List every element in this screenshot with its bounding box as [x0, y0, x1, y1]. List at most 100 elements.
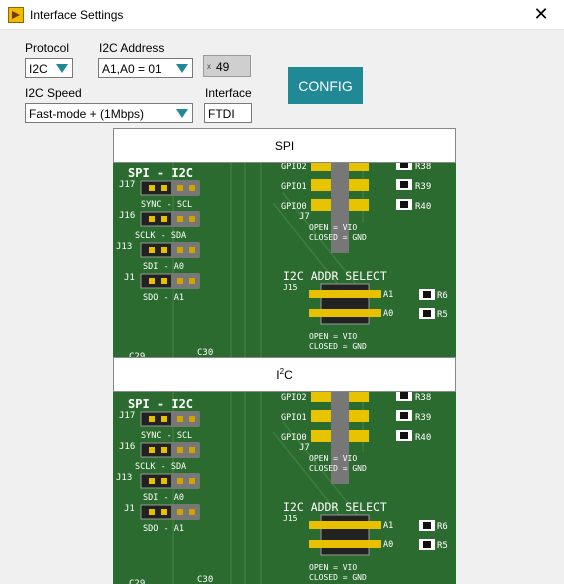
gpio-label: GPIO2	[281, 163, 307, 172]
addr-pin-label: A1	[383, 521, 393, 531]
jumper-signal-label: SDI - A0	[143, 262, 184, 272]
open-label: OPEN = VIO	[309, 454, 357, 463]
gpio-resistor-label: R38	[415, 393, 431, 403]
addr-resistor	[423, 541, 431, 548]
gpio-resistor	[400, 181, 408, 188]
cap-label: C30	[197, 348, 213, 357]
gpio-label: GPIO0	[281, 433, 307, 443]
spi-board-image: SPI - I2C J17 SYNC - SCL J16 SCLK - SDA J13 SD…	[113, 163, 456, 357]
gpio-resistor-label: R40	[415, 433, 431, 443]
labview-vi-icon	[8, 7, 24, 23]
jumper-pin	[177, 247, 183, 253]
addr-pin-pads	[309, 540, 381, 548]
jumper-pin	[189, 247, 195, 253]
gpio-resistor-label: R40	[415, 202, 431, 212]
addr-pin-pads	[309, 290, 381, 298]
addr-pin-label: A0	[383, 540, 393, 550]
addr-select-title: I2C ADDR SELECT	[283, 500, 387, 514]
addr-pin-pads	[309, 521, 381, 529]
jumper-pin	[189, 416, 195, 422]
hex-radix-indicator: x	[207, 62, 211, 71]
i2c-board-image: SPI - I2C J17 SYNC - SCL J16 SCLK - SDA J13 SD…	[113, 392, 456, 584]
jumper-section-title: SPI - I2C	[128, 397, 193, 411]
addr-pin-label: A1	[383, 290, 393, 300]
closed-label: CLOSED = GND	[309, 342, 367, 351]
jumper-pin	[177, 447, 183, 453]
jumper-pin	[161, 278, 167, 284]
gpio-resistor-label: R38	[415, 163, 431, 172]
jumper-ref-label: J16	[119, 211, 135, 221]
open-label: OPEN = VIO	[309, 332, 357, 341]
i2c-section-header: I2C	[113, 357, 456, 392]
pcb-graphic: SPI - I2CJ17 SYNC - SCL J16SCLK - SDAJ13 SD…	[113, 392, 456, 584]
jumper-signal-label: SDO - A1	[143, 524, 184, 534]
addr-header-ref: J15	[283, 514, 298, 523]
jumper-ref-label: J16	[119, 442, 135, 452]
addr-pin-label: A0	[383, 309, 393, 319]
interface-field: FTDI	[204, 103, 252, 123]
close-icon: ✕	[533, 4, 549, 24]
i2c-address-dropdown[interactable]: A1,A0 = 01	[98, 58, 193, 78]
i2c-address-hex-display: x 49	[203, 55, 251, 77]
cap-label: C29	[129, 579, 145, 584]
jumper-pin	[189, 447, 195, 453]
jumper-pin	[189, 478, 195, 484]
cap-label: C30	[197, 575, 213, 584]
jumper-pin	[161, 185, 167, 191]
jumper-pin	[149, 247, 155, 253]
config-button[interactable]: CONFIG	[288, 67, 363, 104]
jumper-ref-label: J1	[124, 504, 135, 514]
jumper-signal-label: SYNC - SCL	[141, 200, 192, 210]
jumper-pin	[149, 478, 155, 484]
jumper-signal-label: SCLK - SDA	[135, 231, 186, 241]
jumper-ref-label: J17	[119, 180, 135, 190]
interface-value: FTDI	[208, 107, 235, 121]
protocol-value: I2C	[29, 62, 48, 76]
i2c-address-value: A1,A0 = 01	[102, 62, 162, 76]
addr-pin-pads	[309, 309, 381, 317]
jumper-pin	[149, 509, 155, 515]
jumper-ref-label: J17	[119, 411, 135, 421]
gpio-resistor	[400, 163, 408, 168]
addr-resistor-label: R5	[437, 541, 448, 551]
jumper-pin	[177, 478, 183, 484]
gpio-label: GPIO1	[281, 413, 307, 423]
protocol-dropdown[interactable]: I2C	[25, 58, 73, 78]
spi-header-text: SPI	[274, 138, 295, 153]
jumper-pin	[177, 278, 183, 284]
addr-resistor	[423, 310, 431, 317]
jumper-ref-label: J13	[116, 242, 132, 252]
open-label: OPEN = VIO	[309, 223, 357, 232]
jumper-pin	[177, 416, 183, 422]
close-button[interactable]: ✕	[518, 0, 564, 29]
chevron-down-icon	[176, 64, 188, 73]
i2c-address-label: I2C Address	[99, 41, 165, 55]
i2c-speed-value: Fast-mode + (1Mbps)	[29, 107, 145, 121]
pcb-graphic: SPI - I2CJ17 SYNC - SCL J16SCLK - SDAJ13 SD…	[113, 163, 456, 357]
jumper-pin	[189, 509, 195, 515]
jumper-pin	[149, 416, 155, 422]
protocol-label: Protocol	[25, 41, 70, 55]
jumper-pin	[161, 447, 167, 453]
closed-label: CLOSED = GND	[309, 464, 367, 473]
jumper-pin	[161, 509, 167, 515]
jumper-signal-label: SCLK - SDA	[135, 462, 186, 472]
jumper-pin	[177, 216, 183, 222]
addr-resistor-label: R6	[437, 291, 448, 301]
jumper-signal-label: SYNC - SCL	[141, 431, 192, 441]
jumper-pin	[149, 216, 155, 222]
gpio-header-ref: J7	[299, 443, 310, 453]
jumper-section-title: SPI - I2C	[128, 166, 193, 180]
jumper-pin	[161, 216, 167, 222]
jumper-pin	[161, 478, 167, 484]
window-title: Interface Settings	[30, 8, 124, 22]
jumper-ref-label: J1	[124, 273, 135, 283]
title-bar: Interface Settings ✕	[0, 0, 564, 30]
jumper-pin	[149, 185, 155, 191]
hex-address-value: 49	[216, 60, 230, 74]
jumper-pin	[149, 278, 155, 284]
jumper-pin	[189, 216, 195, 222]
addr-resistor-label: R6	[437, 522, 448, 532]
i2c-speed-dropdown[interactable]: Fast-mode + (1Mbps)	[25, 103, 193, 123]
gpio-resistor	[400, 392, 408, 399]
